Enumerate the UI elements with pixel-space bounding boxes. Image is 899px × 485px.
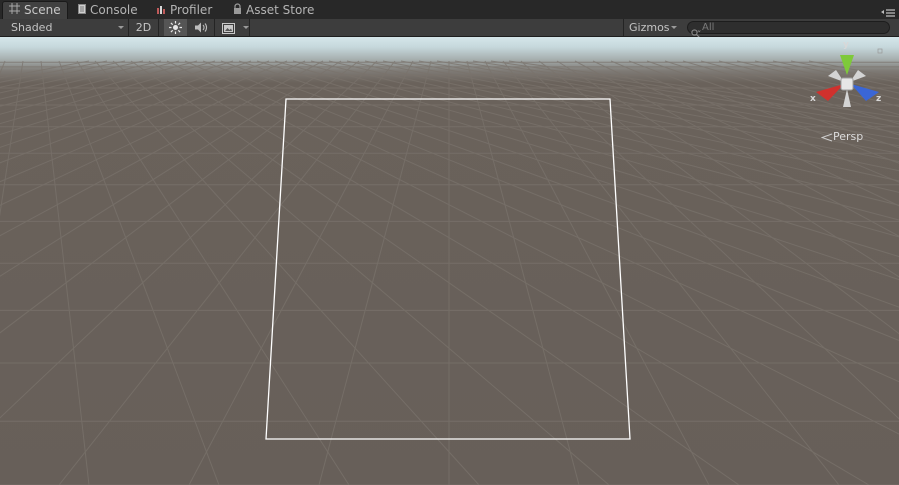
profiler-icon [157,2,166,19]
gizmos-label: Gizmos [629,21,670,34]
gizmos-dropdown[interactable]: Gizmos [624,19,684,36]
tab-profiler[interactable]: Profiler [157,2,212,19]
gizmo-z-axis [851,84,879,101]
gizmo-x-axis [816,84,844,101]
chevron-down-icon [118,26,124,29]
window-menu-icon[interactable] [881,4,895,17]
shading-mode-label: Shaded [11,21,53,34]
projection-label: Persp [833,130,864,143]
tab-label: Asset Store [246,3,315,17]
scene-grid [0,60,899,485]
scene-effects-dropdown[interactable] [218,19,249,36]
scene-toolbar: Shaded 2D Gizmos All [0,19,899,38]
shading-mode-dropdown[interactable]: Shaded [0,19,128,36]
2d-mode-button[interactable]: 2D [129,19,158,36]
gizmo-y-label: y [843,40,849,50]
gizmo-y-axis [840,55,854,75]
divider [249,19,250,36]
tab-label: Scene [24,3,61,17]
perspective-icon [820,133,833,141]
tab-scene[interactable]: Scene [2,1,68,19]
console-icon [78,2,86,19]
2d-mode-label: 2D [135,21,152,34]
gizmo-z-label: z [876,94,882,104]
projection-toggle[interactable]: Persp [820,130,864,143]
gizmo-x-label: x [810,94,816,104]
scene-window: Scene Console Profiler Asset Store Shade… [0,0,899,485]
hierarchy-search[interactable] [687,21,890,38]
grid-icon [9,2,20,19]
tab-bar: Scene Console Profiler Asset Store [0,0,899,19]
lock-icon [233,2,242,19]
tab-label: Profiler [170,3,213,17]
orientation-gizmo[interactable]: y x z [806,40,886,122]
scene-lighting-toggle[interactable] [164,19,187,36]
scene-audio-toggle[interactable] [190,19,214,36]
chevron-down-icon [671,26,677,29]
tab-console[interactable]: Console [78,2,138,19]
tab-asset-store[interactable]: Asset Store [233,2,314,19]
search-input[interactable] [702,22,882,33]
tab-label: Console [90,3,138,17]
divider [158,19,159,36]
scene-viewport[interactable]: y x z Persp [0,37,899,485]
divider [214,19,215,36]
